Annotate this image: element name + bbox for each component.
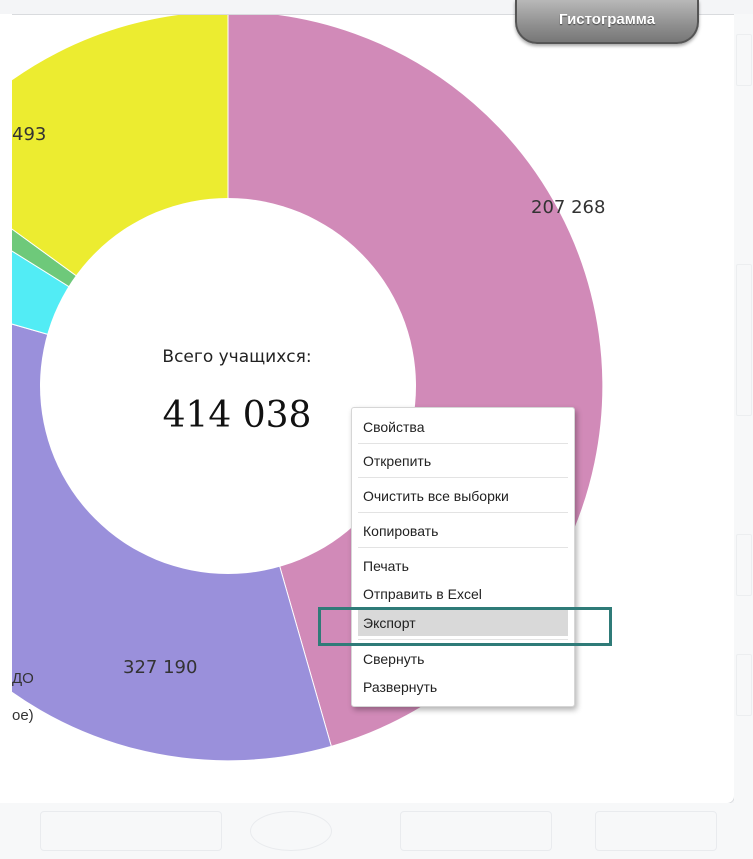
ghost-control [736, 34, 752, 86]
menu-item-8[interactable]: Свернуть [358, 646, 568, 672]
menu-separator [358, 443, 568, 444]
menu-separator [358, 477, 568, 478]
menu-item-6[interactable]: Отправить в Excel [358, 581, 568, 607]
context-menu: Свойства Открепить Очистить все выборки Коп… [351, 407, 575, 707]
center-title: Всего учащихся: [162, 347, 312, 367]
menu-item-5[interactable]: Печать [358, 553, 568, 579]
menu-item-1[interactable]: Свойства [358, 414, 568, 440]
ghost-control [595, 811, 717, 851]
right-strip [734, 14, 753, 859]
left-edge [0, 14, 12, 804]
ghost-control [736, 654, 752, 716]
data-label-pink: 207 268 [531, 197, 606, 218]
menu-item-2[interactable]: Открепить [358, 448, 568, 474]
ghost-control [736, 264, 752, 416]
data-label-yellow: 493 [12, 124, 47, 145]
menu-separator [358, 512, 568, 513]
highlight-box [318, 607, 612, 646]
menu-item-4[interactable]: Копировать [358, 518, 568, 544]
legend-fragment-2: oe) [12, 707, 34, 724]
ghost-control [40, 811, 222, 851]
ghost-control [400, 811, 552, 851]
menu-item-3[interactable]: Очистить все выборки [358, 483, 568, 509]
menu-separator [358, 547, 568, 548]
data-label-purple: 327 190 [123, 657, 198, 678]
menu-item-9[interactable]: Развернуть [358, 674, 568, 700]
play-icon [250, 811, 332, 851]
center-value: 414 038 [162, 395, 312, 436]
histogram-button[interactable]: Гистограмма [515, 0, 699, 44]
legend-fragment-1: ДО [12, 670, 34, 687]
ghost-control [736, 534, 752, 596]
bottom-toolbar [0, 803, 753, 859]
